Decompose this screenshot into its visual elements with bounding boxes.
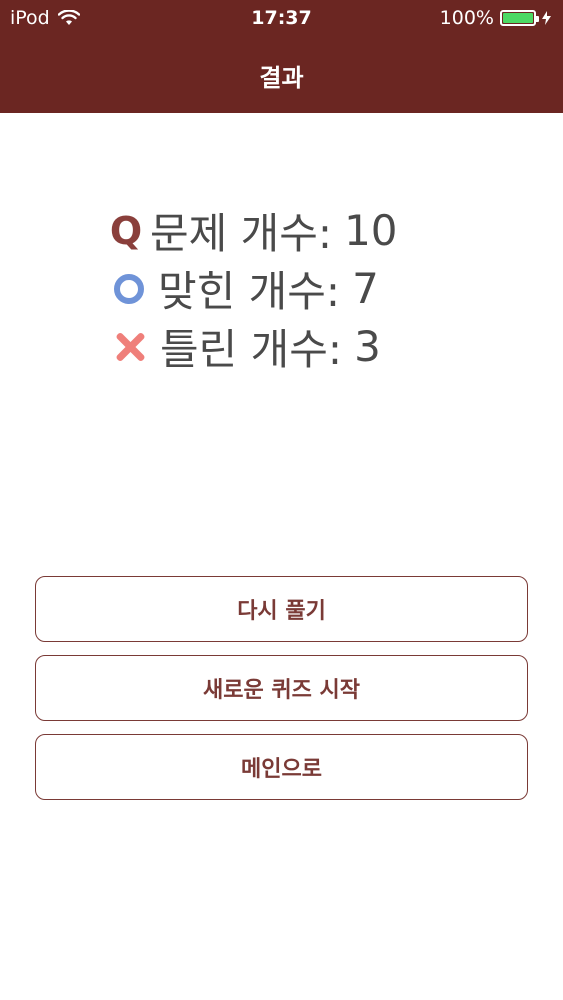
battery-percent: 100% — [439, 7, 494, 29]
status-right: 100% — [440, 7, 551, 29]
wrong-value: 3 — [354, 322, 381, 371]
x-icon — [114, 331, 146, 363]
wrong-row: 틀린 개수: 3 — [114, 316, 381, 377]
top-bar: iPod 17:37 100% 결과 — [0, 0, 563, 113]
page-title: 결과 — [259, 64, 304, 92]
retry-button[interactable]: 다시 풀기 — [35, 576, 528, 642]
main-button[interactable]: 메인으로 — [35, 734, 528, 800]
battery-nub — [536, 16, 539, 22]
correct-row: 맞힌 개수: 7 — [114, 258, 379, 319]
retry-button-label: 다시 풀기 — [237, 599, 326, 624]
questions-value: 10 — [344, 206, 398, 255]
battery-icon — [500, 10, 539, 26]
new-quiz-button-label: 새로운 퀴즈 시작 — [203, 678, 360, 703]
battery-fill — [503, 13, 533, 23]
correct-label: 맞힌 개수: — [158, 267, 341, 316]
main-button-label: 메인으로 — [241, 757, 322, 782]
questions-label: 문제 개수: — [150, 209, 333, 258]
questions-row: Q 문제 개수: 10 — [104, 200, 398, 261]
correct-value: 7 — [352, 264, 379, 313]
wrong-label: 틀린 개수: — [160, 325, 343, 374]
bolt-icon — [542, 11, 551, 25]
new-quiz-button[interactable]: 새로운 퀴즈 시작 — [35, 655, 528, 721]
q-icon: Q — [109, 208, 143, 253]
circle-icon — [114, 273, 144, 304]
status-bar: iPod 17:37 100% — [0, 0, 563, 38]
